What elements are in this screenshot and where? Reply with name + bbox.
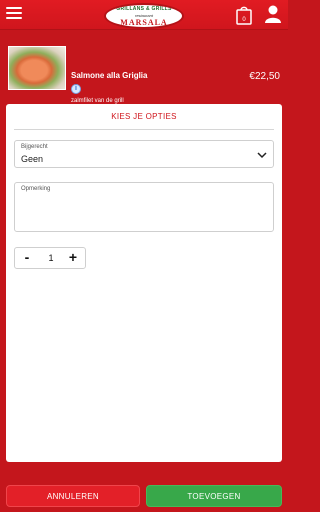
remark-field[interactable]: Opmerking [14, 182, 274, 232]
cart-icon: 0 [236, 6, 252, 25]
chevron-down-icon [257, 152, 267, 159]
side-dish-label: Bijgerecht [21, 144, 48, 150]
cart-count: 0 [242, 17, 246, 23]
menu-bar-line [6, 7, 22, 9]
footer-bar: ANNULEREN TOEVOEGEN [0, 480, 288, 512]
side-dish-select[interactable]: Bijgerecht Geen [14, 140, 274, 168]
cancel-button[interactable]: ANNULEREN [6, 485, 140, 507]
user-icon [265, 5, 281, 23]
add-button[interactable]: TOEVOEGEN [146, 485, 282, 507]
restaurant-logo[interactable]: GRILLANS & GRILLS restaurant MARSALA [104, 3, 184, 29]
quantity-value: 1 [48, 253, 54, 263]
decrease-button[interactable]: - [17, 248, 37, 268]
menu-bar-line [6, 12, 22, 14]
options-heading: KIES JE OPTIES [14, 112, 274, 130]
product-image [8, 46, 66, 90]
increase-button[interactable]: + [63, 248, 83, 268]
product-summary: Salmone alla Griglia €22,50 i zalmfilet … [0, 32, 288, 104]
product-price: €22,50 [249, 71, 280, 82]
remark-label: Opmerking [21, 186, 51, 192]
product-title: Salmone alla Griglia [71, 71, 148, 80]
info-icon[interactable]: i [71, 84, 81, 94]
side-dish-value: Geen [21, 154, 44, 164]
cart-button[interactable]: 0 [234, 4, 254, 26]
account-button[interactable] [264, 4, 282, 24]
app-bar: GRILLANS & GRILLS restaurant MARSALA 0 [0, 0, 288, 30]
quantity-stepper: - 1 + [14, 247, 86, 269]
options-card: KIES JE OPTIES Bijgerecht Geen Opmerking… [6, 104, 282, 462]
logo-line-1: GRILLANS & GRILLS [116, 6, 172, 12]
menu-bar-line [6, 17, 22, 19]
menu-icon[interactable] [6, 7, 22, 21]
logo-line-3: MARSALA [120, 18, 168, 27]
